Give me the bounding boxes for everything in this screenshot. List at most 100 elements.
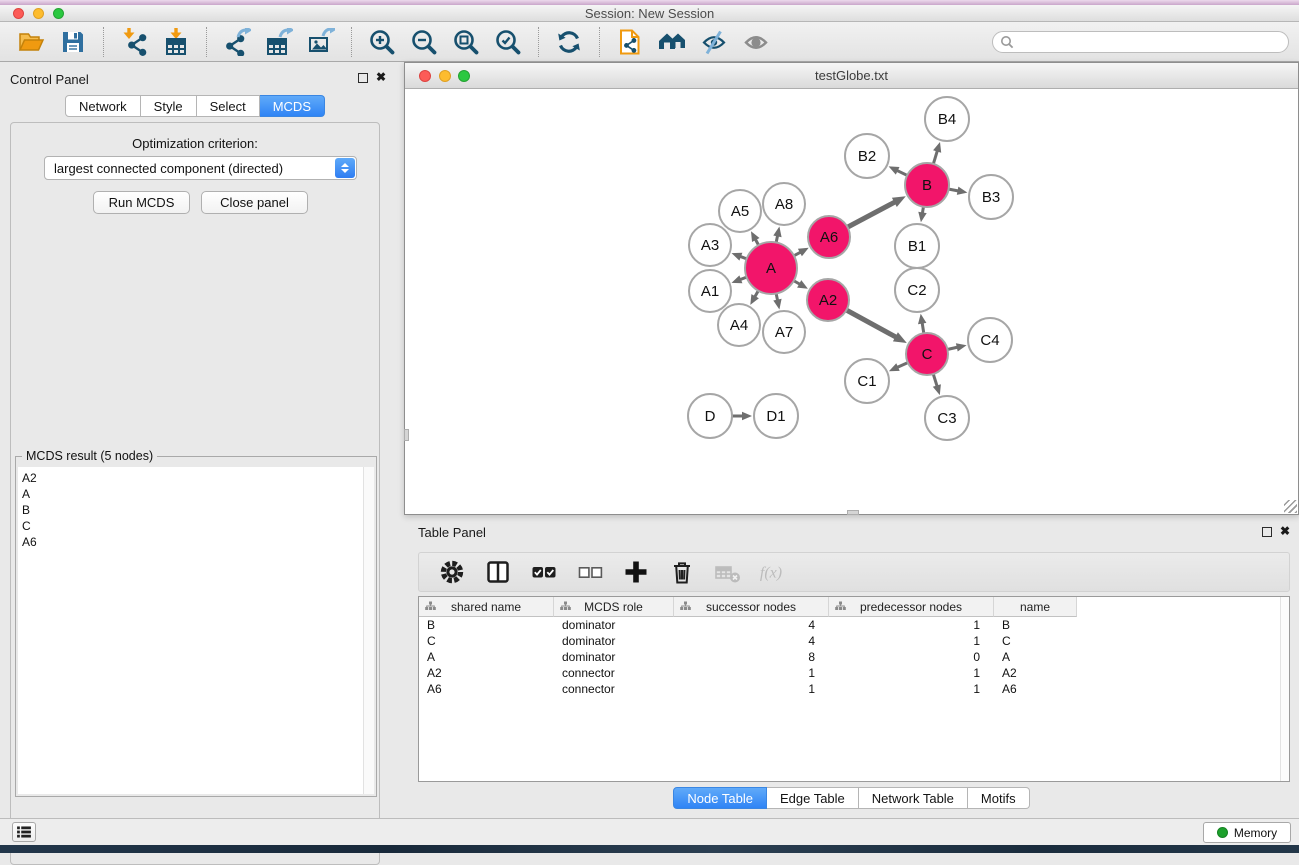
- float-panel-icon[interactable]: [358, 73, 368, 83]
- column-header-MCDS-role[interactable]: MCDS role: [554, 597, 674, 617]
- node-D1[interactable]: D1: [754, 394, 798, 438]
- table-tab-network-table[interactable]: Network Table: [859, 787, 968, 809]
- mcds-result-item[interactable]: B: [22, 502, 363, 518]
- table-row[interactable]: A6connector11A6: [419, 681, 1289, 697]
- show-details-button[interactable]: [740, 25, 772, 59]
- table-cell[interactable]: B: [994, 617, 1077, 633]
- tab-network[interactable]: Network: [65, 95, 141, 117]
- table-cell[interactable]: A6: [419, 681, 554, 697]
- table-tab-node-table[interactable]: Node Table: [673, 787, 767, 809]
- table-cell[interactable]: 0: [829, 649, 994, 665]
- node-C1[interactable]: C1: [845, 359, 889, 403]
- network-from-file-button[interactable]: [614, 25, 646, 59]
- table-cell[interactable]: 1: [829, 617, 994, 633]
- table-cell[interactable]: 1: [829, 665, 994, 681]
- home-views-button[interactable]: [656, 25, 688, 59]
- table-cell[interactable]: dominator: [554, 649, 674, 665]
- search-input[interactable]: [1014, 33, 1288, 51]
- search-field[interactable]: [992, 31, 1289, 53]
- run-mcds-button[interactable]: Run MCDS: [93, 191, 190, 214]
- export-network-button[interactable]: [221, 25, 253, 59]
- table-row[interactable]: Cdominator41C: [419, 633, 1289, 649]
- table-cell[interactable]: A: [419, 649, 554, 665]
- tab-style[interactable]: Style: [141, 95, 197, 117]
- node-B3[interactable]: B3: [969, 175, 1013, 219]
- open-file-button[interactable]: [15, 25, 47, 59]
- table-tab-edge-table[interactable]: Edge Table: [767, 787, 859, 809]
- zoom-fit-button[interactable]: [450, 25, 482, 59]
- node-C3[interactable]: C3: [925, 396, 969, 440]
- tab-mcds[interactable]: MCDS: [260, 95, 325, 117]
- table-cell[interactable]: A2: [994, 665, 1077, 681]
- node-A2[interactable]: A2: [807, 279, 849, 321]
- node-A4[interactable]: A4: [718, 304, 760, 346]
- zoom-in-button[interactable]: [366, 25, 398, 59]
- table-cell[interactable]: A6: [994, 681, 1077, 697]
- node-B2[interactable]: B2: [845, 134, 889, 178]
- delete-column-button[interactable]: [666, 555, 698, 589]
- tab-select[interactable]: Select: [197, 95, 260, 117]
- task-history-button[interactable]: [12, 822, 36, 842]
- node-A1[interactable]: A1: [689, 270, 731, 312]
- deselect-all-rows-button[interactable]: [574, 555, 606, 589]
- import-table-button[interactable]: [160, 25, 192, 59]
- node-D[interactable]: D: [688, 394, 732, 438]
- table-scrollbar[interactable]: [1280, 597, 1289, 781]
- result-scrollbar[interactable]: [363, 467, 374, 794]
- table-cell[interactable]: 4: [674, 617, 829, 633]
- table-close-panel-icon[interactable]: ✖: [1280, 524, 1290, 538]
- save-button[interactable]: [57, 25, 89, 59]
- export-table-button[interactable]: [263, 25, 295, 59]
- refresh-button[interactable]: [553, 25, 585, 59]
- close-panel-icon[interactable]: ✖: [376, 70, 386, 84]
- table-cell[interactable]: dominator: [554, 617, 674, 633]
- node-C[interactable]: C: [906, 333, 948, 375]
- table-tab-motifs[interactable]: Motifs: [968, 787, 1030, 809]
- node-B1[interactable]: B1: [895, 224, 939, 268]
- table-row[interactable]: A2connector11A2: [419, 665, 1289, 681]
- mcds-result-item[interactable]: A: [22, 486, 363, 502]
- show-columns-button[interactable]: [482, 555, 514, 589]
- export-image-button[interactable]: [305, 25, 337, 59]
- node-B[interactable]: B: [905, 163, 949, 207]
- hide-details-button[interactable]: [698, 25, 730, 59]
- table-cell[interactable]: C: [994, 633, 1077, 649]
- criterion-dropdown[interactable]: largest connected component (directed): [44, 156, 357, 180]
- table-cell[interactable]: dominator: [554, 633, 674, 649]
- table-cell[interactable]: 4: [674, 633, 829, 649]
- window-left-handle[interactable]: [404, 429, 409, 441]
- node-A[interactable]: A: [745, 242, 797, 294]
- column-header-shared-name[interactable]: shared name: [419, 597, 554, 617]
- table-cell[interactable]: connector: [554, 665, 674, 681]
- column-header-name[interactable]: name: [994, 597, 1077, 617]
- node-A5[interactable]: A5: [719, 190, 761, 232]
- mcds-result-item[interactable]: C: [22, 518, 363, 534]
- network-canvas[interactable]: B4B2BB3B1A5A8A6A3AA1A2A4A7C2CC4C1C3DD1: [405, 89, 1298, 514]
- table-cell[interactable]: 1: [674, 681, 829, 697]
- table-cell[interactable]: A2: [419, 665, 554, 681]
- table-cell[interactable]: A: [994, 649, 1077, 665]
- mcds-result-item[interactable]: A2: [22, 470, 363, 486]
- node-B4[interactable]: B4: [925, 97, 969, 141]
- mcds-result-item[interactable]: A6: [22, 534, 363, 550]
- table-row[interactable]: Adominator80A: [419, 649, 1289, 665]
- zoom-selected-button[interactable]: [492, 25, 524, 59]
- table-cell[interactable]: B: [419, 617, 554, 633]
- select-all-rows-button[interactable]: [528, 555, 560, 589]
- network-graph[interactable]: B4B2BB3B1A5A8A6A3AA1A2A4A7C2CC4C1C3DD1: [405, 89, 1298, 514]
- table-row[interactable]: Bdominator41B: [419, 617, 1289, 633]
- table-cell[interactable]: C: [419, 633, 554, 649]
- node-A3[interactable]: A3: [689, 224, 731, 266]
- memory-button[interactable]: Memory: [1203, 822, 1291, 843]
- add-column-button[interactable]: [620, 555, 652, 589]
- mcds-result-list[interactable]: A2ABCA6: [18, 467, 363, 794]
- node-A8[interactable]: A8: [763, 183, 805, 225]
- table-float-panel-icon[interactable]: [1262, 527, 1272, 537]
- table-cell[interactable]: 1: [829, 633, 994, 649]
- table-settings-button[interactable]: [436, 555, 468, 589]
- table-cell[interactable]: 8: [674, 649, 829, 665]
- close-panel-button[interactable]: Close panel: [201, 191, 308, 214]
- table-cell[interactable]: connector: [554, 681, 674, 697]
- zoom-out-button[interactable]: [408, 25, 440, 59]
- column-header-predecessor-nodes[interactable]: predecessor nodes: [829, 597, 994, 617]
